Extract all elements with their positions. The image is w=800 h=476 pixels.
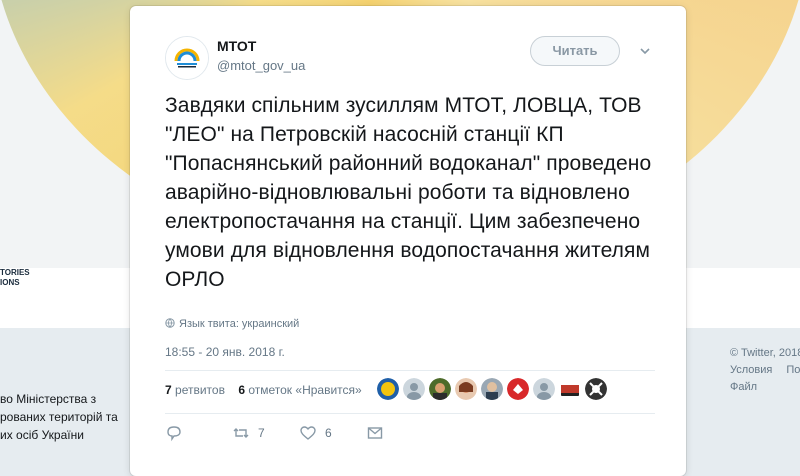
liker-avatar[interactable] <box>507 378 529 400</box>
liker-avatar[interactable] <box>377 378 399 400</box>
likes-count: 6 <box>238 383 245 397</box>
liker-avatar[interactable] <box>585 378 607 400</box>
divider <box>165 370 655 371</box>
liker-avatar[interactable] <box>533 378 555 400</box>
author-handle[interactable]: @mtot_gov_ua <box>217 58 305 73</box>
retweets-stat[interactable]: 7 ретвитов <box>165 383 225 397</box>
reply-button[interactable] <box>165 424 183 442</box>
likes-label: отметок «Нравится» <box>248 383 362 397</box>
heart-icon <box>300 426 316 440</box>
retweets-label: ретвитов <box>175 383 225 397</box>
footer-link-files[interactable]: Файл <box>730 379 800 396</box>
profile-bio: во Міністерства з рованих територій та и… <box>0 390 118 444</box>
divider <box>165 413 655 414</box>
site-footer: © Twitter, 2018 Условия Пол Файл <box>730 345 800 396</box>
tweet-actions: 7 6 <box>165 424 425 448</box>
direct-message-button[interactable] <box>366 424 384 442</box>
tweet-text: Завдяки спільним зусиллям МТОТ, ЛОВЦА, Т… <box>165 94 652 291</box>
retweet-count: 7 <box>258 426 265 440</box>
liker-avatar[interactable] <box>559 378 581 400</box>
envelope-icon <box>367 427 383 439</box>
banner-logo-line-2: IONS <box>0 278 20 287</box>
liker-avatar[interactable] <box>429 378 451 400</box>
ministry-logo-icon <box>166 37 208 79</box>
like-count: 6 <box>325 426 332 440</box>
author-name[interactable]: МТОТ <box>217 38 256 54</box>
reply-icon <box>167 426 181 442</box>
banner-logo-line-1: TORIES <box>0 268 30 277</box>
footer-link-policy[interactable]: Пол <box>786 364 800 376</box>
liker-avatar[interactable] <box>455 378 477 400</box>
retweets-count: 7 <box>165 383 172 397</box>
banner-logo-text: TORIES IONS <box>0 268 30 288</box>
liker-avatar[interactable] <box>403 378 425 400</box>
tweet-card: МТОТ @mtot_gov_ua Читать Завдяки спільни… <box>130 6 686 476</box>
retweet-icon <box>233 428 249 438</box>
avatar[interactable] <box>165 36 209 80</box>
bio-line-2: рованих територій та <box>0 410 118 424</box>
likes-stat[interactable]: 6 отметок «Нравится» <box>238 383 361 397</box>
like-button[interactable]: 6 <box>299 424 332 442</box>
language-label: Язык твита: украинский <box>179 318 300 330</box>
tweet-timestamp[interactable]: 18:55 - 20 янв. 2018 г. <box>165 345 285 359</box>
tweet-header: МТОТ @mtot_gov_ua Читать <box>165 36 655 81</box>
chevron-down-icon[interactable] <box>638 44 652 58</box>
liker-avatar[interactable] <box>481 378 503 400</box>
globe-icon <box>165 318 175 328</box>
footer-link-terms[interactable]: Условия <box>730 364 772 376</box>
bio-line-3: их осіб України <box>0 428 84 442</box>
follow-button[interactable]: Читать <box>530 36 620 66</box>
tweet-stats: 7 ретвитов 6 отметок «Нравится» <box>165 383 372 397</box>
footer-copyright: © Twitter, 2018 <box>730 347 800 359</box>
bio-line-1: во Міністерства з <box>0 392 97 406</box>
retweet-button[interactable]: 7 <box>232 424 265 442</box>
tweet-language: Язык твита: украинский <box>165 318 299 330</box>
